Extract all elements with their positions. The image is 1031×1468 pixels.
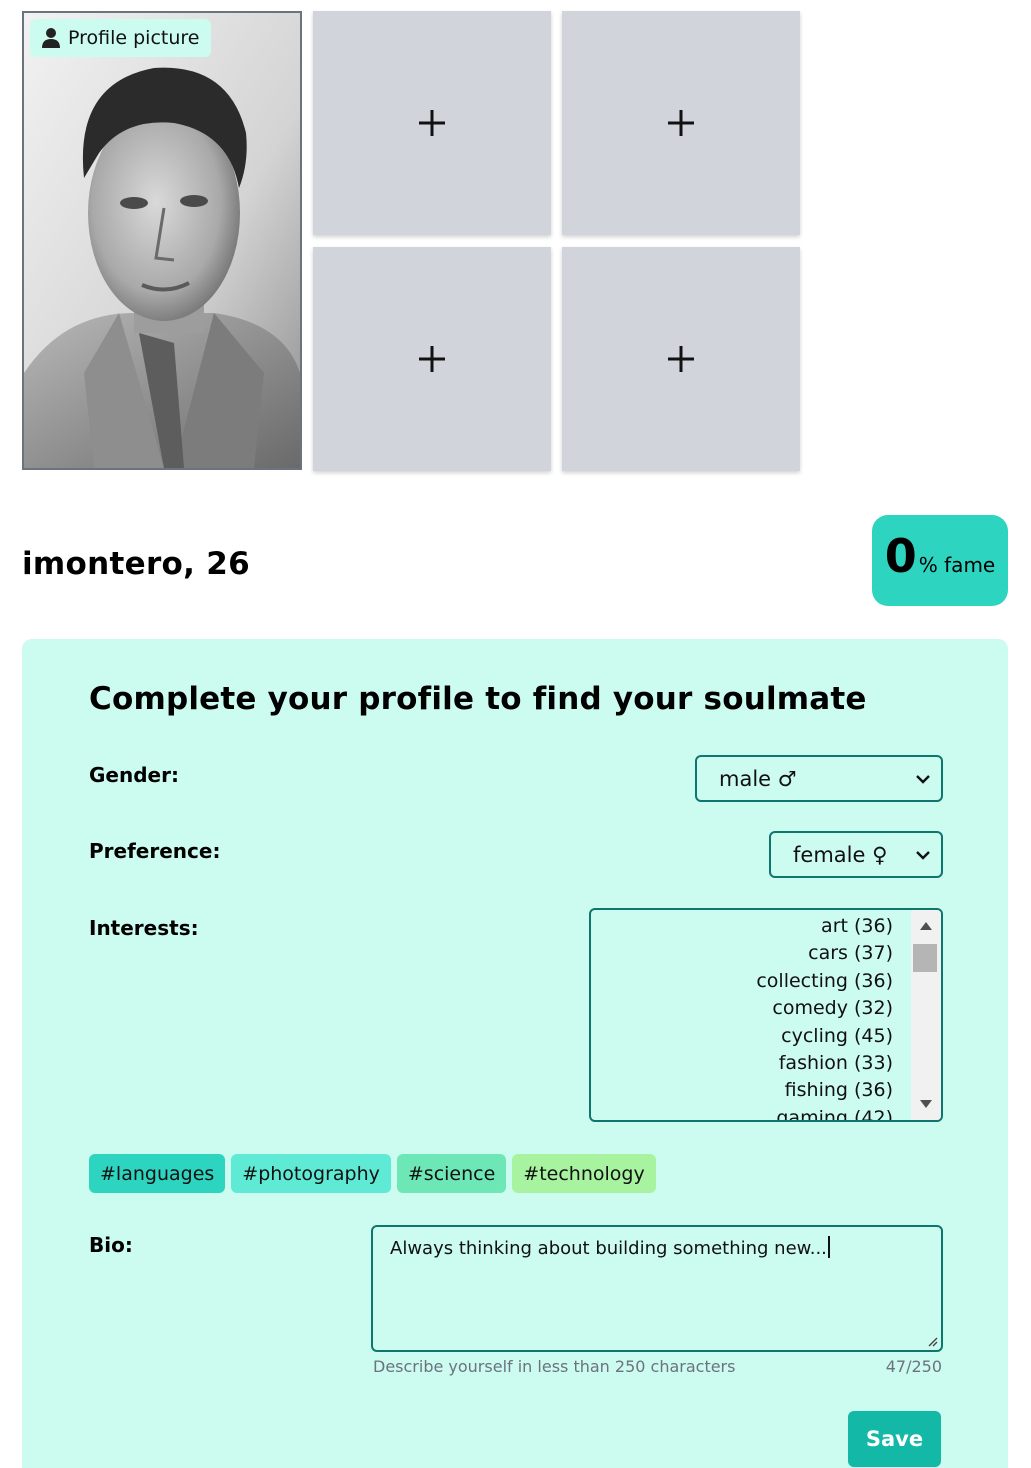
profile-page: Profile picture imontero, 26 0 % fame Co…: [0, 0, 1031, 1468]
interest-tag[interactable]: #technology: [512, 1154, 656, 1193]
preference-select-value: female ♀: [793, 842, 888, 867]
user-icon: [42, 28, 60, 48]
interest-option[interactable]: cars (37): [591, 940, 893, 967]
add-photo-slot-2[interactable]: [562, 11, 800, 235]
add-photo-slot-3[interactable]: [313, 247, 551, 471]
gender-label: Gender:: [89, 763, 179, 787]
username-age: imontero, 26: [22, 546, 251, 582]
preference-label: Preference:: [89, 839, 221, 863]
plus-icon: [419, 110, 445, 136]
scrollbar-thumb[interactable]: [913, 944, 937, 972]
add-photo-slot-1[interactable]: [313, 11, 551, 235]
portrait-image: [24, 13, 300, 468]
gender-select[interactable]: male ♂: [695, 755, 943, 802]
profile-picture-badge: Profile picture: [30, 19, 212, 57]
bio-label: Bio:: [89, 1233, 133, 1257]
chevron-down-icon: [916, 775, 930, 784]
bio-text: Always thinking about building something…: [390, 1238, 827, 1259]
interest-option[interactable]: art (36): [591, 913, 893, 940]
profile-picture-label: Profile picture: [68, 27, 200, 49]
interest-option[interactable]: fishing (36): [591, 1077, 893, 1104]
add-photo-slot-4[interactable]: [562, 247, 800, 471]
form-title: Complete your profile to find your soulm…: [89, 681, 867, 717]
bio-hint: Describe yourself in less than 250 chara…: [373, 1357, 736, 1376]
selected-interest-tags: #languages #photography #science #technolog…: [89, 1154, 656, 1193]
fame-label: % fame: [918, 553, 996, 577]
bio-textarea[interactable]: Always thinking about building something…: [371, 1225, 943, 1352]
bio-char-counter: 47/250: [885, 1357, 942, 1376]
interest-option[interactable]: fashion (33): [591, 1050, 893, 1077]
fame-value: 0: [884, 529, 917, 583]
plus-icon: [668, 346, 694, 372]
interest-option[interactable]: collecting (36): [591, 968, 893, 995]
scroll-down-arrow-icon[interactable]: [920, 1100, 932, 1108]
interests-label: Interests:: [89, 916, 199, 940]
interests-listbox[interactable]: art (36) cars (37) collecting (36) comedy (…: [589, 908, 943, 1122]
profile-photo[interactable]: Profile picture: [22, 11, 302, 470]
chevron-down-icon: [916, 851, 930, 860]
interests-options: art (36) cars (37) collecting (36) comedy (…: [591, 913, 893, 1120]
interest-option[interactable]: comedy (32): [591, 995, 893, 1022]
scroll-up-arrow-icon[interactable]: [920, 922, 932, 930]
interest-option[interactable]: cycling (45): [591, 1023, 893, 1050]
profile-form-card: Complete your profile to find your soulm…: [22, 639, 1008, 1468]
plus-icon: [419, 346, 445, 372]
gender-select-value: male ♂: [719, 766, 797, 791]
save-button[interactable]: Save: [848, 1411, 941, 1467]
resize-grip-icon[interactable]: [926, 1335, 938, 1347]
interest-tag[interactable]: #languages: [89, 1154, 226, 1193]
text-caret: [827, 1236, 830, 1258]
plus-icon: [668, 110, 694, 136]
interest-tag[interactable]: #photography: [231, 1154, 391, 1193]
interests-scrollbar[interactable]: [911, 910, 941, 1120]
fame-badge: 0 % fame: [872, 515, 1008, 606]
interest-option[interactable]: gaming (42): [591, 1105, 893, 1120]
interest-tag[interactable]: #science: [396, 1154, 507, 1193]
preference-select[interactable]: female ♀: [769, 831, 943, 878]
